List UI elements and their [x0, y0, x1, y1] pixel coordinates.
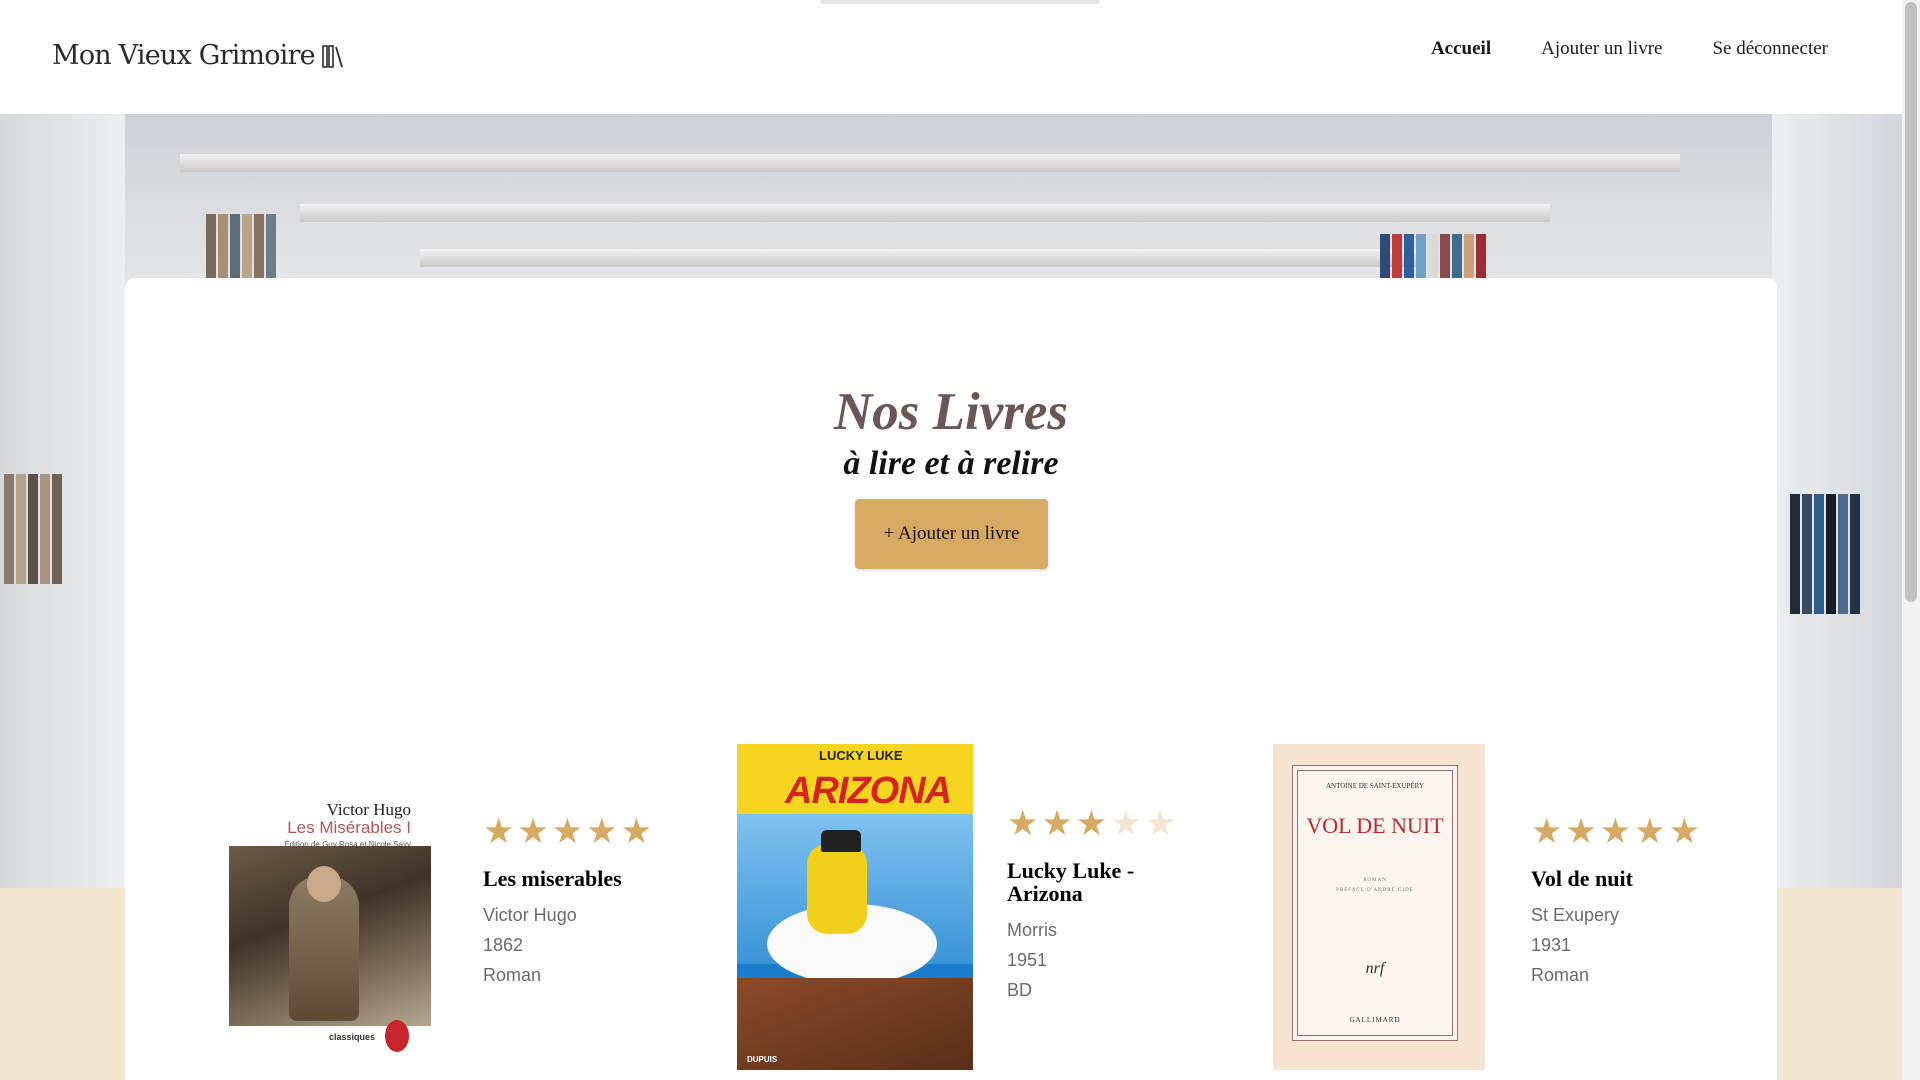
book-year: 1951 [1007, 950, 1048, 971]
star-filled-icon: ★ [1075, 804, 1108, 843]
star-filled-icon: ★ [1565, 812, 1597, 851]
book-year: 1931 [1531, 935, 1572, 956]
book-genre: Roman [1531, 965, 1590, 986]
cover-hat [821, 830, 861, 852]
cover-title: ARIZONA [785, 770, 952, 812]
books-on-shelf [1790, 494, 1860, 614]
book-info: ★ ★ ★ ★ ★ Lucky Luke - Arizona Morris 1951 B… [1007, 806, 1176, 1070]
star-filled-icon: ★ [1041, 804, 1073, 843]
books-logo-icon [322, 44, 343, 68]
cover-title: VOL DE NUIT [1306, 813, 1444, 838]
books-on-shelf [1380, 234, 1486, 278]
book-author: Morris [1007, 920, 1057, 941]
book-cover[interactable]: LUCKY LUKE ARIZONA DUPUIS [737, 744, 973, 1070]
star-filled-icon: ★ [483, 812, 515, 851]
star-empty-icon: ★ [1110, 804, 1142, 843]
cover-publisher: GALLIMARD [1349, 1016, 1401, 1024]
top-tab-indicator [820, 0, 1100, 4]
painting-head [307, 866, 341, 902]
book-card[interactable]: ANTOINE DE SAINT-EXUPÉRY VOL DE NUIT ROM… [1273, 744, 1700, 1070]
star-filled-icon: ★ [517, 812, 549, 851]
livre-de-poche-logo [385, 1020, 409, 1052]
book-meta: Morris 1951 BD [1007, 915, 1176, 1005]
book-title: Lucky Luke - Arizona [1007, 858, 1135, 907]
book-title: Les miserables [483, 866, 622, 891]
cover-author: ANTOINE DE SAINT-EXUPÉRY [1326, 782, 1424, 790]
star-filled-icon: ★ [1531, 812, 1563, 851]
nav-logout[interactable]: Se déconnecter [1712, 38, 1828, 60]
page-subtitle: à lire et à relire [843, 445, 1059, 482]
book-info: ★ ★ ★ ★ ★ Vol de nuit St Exupery 1931 Roman [1531, 814, 1700, 1070]
rating-stars: ★ ★ ★ ★ ★ [1531, 814, 1700, 849]
star-filled-icon: ★ [1007, 804, 1039, 843]
cover-publisher: DUPUIS [747, 1055, 778, 1064]
book-cover[interactable]: ANTOINE DE SAINT-EXUPÉRY VOL DE NUIT ROM… [1273, 744, 1485, 1070]
add-book-button[interactable]: + Ajouter un livre [855, 499, 1048, 569]
star-filled-icon: ★ [1634, 812, 1666, 851]
rating-stars: ★ ★ ★ ★ ★ [1007, 806, 1176, 841]
book-card[interactable]: LUCKY LUKE ARIZONA DUPUIS ★ ★ ★ ★ ★ Lucky Lu… [737, 744, 1176, 1070]
scrollbar-thumb[interactable] [1905, 2, 1917, 602]
star-filled-icon: ★ [1599, 812, 1632, 851]
main-nav: Accueil Ajouter un livre Se déconnecter [1431, 38, 1828, 60]
star-filled-icon: ★ [551, 812, 584, 851]
cover-title: Les Misérables I [287, 818, 411, 837]
site-header: Mon Vieux Grimoire Accueil Ajouter un li… [0, 0, 1902, 114]
cover-mark: nrf [1365, 960, 1385, 977]
cover-type: ROMAN [1363, 878, 1387, 883]
cover-preface: PRÉFACE D'ANDRÉ GIDE [1336, 888, 1414, 893]
book-meta: Victor Hugo 1862 Roman [483, 900, 652, 990]
cover-inner-frame [1297, 770, 1453, 1036]
cover-series: LUCKY LUKE [819, 748, 903, 763]
book-cover[interactable]: Victor Hugo Les Misérables I Édition de … [229, 744, 431, 1064]
page-title: Nos Livres [833, 383, 1069, 441]
star-empty-icon: ★ [1144, 804, 1176, 843]
nav-home[interactable]: Accueil [1431, 38, 1491, 60]
book-year: 1862 [483, 935, 524, 956]
cover-rider [807, 844, 867, 934]
nav-add-book[interactable]: Ajouter un livre [1541, 38, 1662, 60]
book-author: Victor Hugo [483, 905, 577, 926]
star-filled-icon: ★ [1668, 812, 1700, 851]
book-author: St Exupery [1531, 905, 1620, 926]
book-meta: St Exupery 1931 Roman [1531, 900, 1700, 990]
ceiling-beam [420, 249, 1420, 267]
ceiling-beam [180, 154, 1680, 172]
books-on-shelf [206, 214, 276, 278]
book-genre: BD [1007, 980, 1033, 1001]
page-scrollbar[interactable] [1902, 0, 1920, 1080]
book-title: Vol de nuit [1531, 866, 1633, 891]
cover-frame: ANTOINE DE SAINT-EXUPÉRY VOL DE NUIT ROM… [1292, 765, 1458, 1041]
logo-text: Mon Vieux Grimoire [52, 40, 316, 71]
cover-author: Victor Hugo [326, 800, 411, 819]
site-logo[interactable]: Mon Vieux Grimoire [52, 40, 345, 71]
book-info: ★ ★ ★ ★ ★ Les miserables Victor Hugo 1862 Ro… [483, 814, 652, 1064]
books-card: Nos Livres à lire et à relire + Ajouter … [125, 278, 1777, 1080]
cover-painting [229, 846, 431, 1026]
star-filled-icon: ★ [586, 812, 618, 851]
book-card[interactable]: Victor Hugo Les Misérables I Édition de … [229, 744, 652, 1064]
rating-stars: ★ ★ ★ ★ ★ [483, 814, 652, 849]
cover-collection: classiques [329, 1032, 376, 1042]
ceiling-beam [300, 204, 1550, 222]
books-on-shelf [4, 474, 62, 584]
star-filled-icon: ★ [620, 812, 652, 851]
book-genre: Roman [483, 965, 542, 986]
